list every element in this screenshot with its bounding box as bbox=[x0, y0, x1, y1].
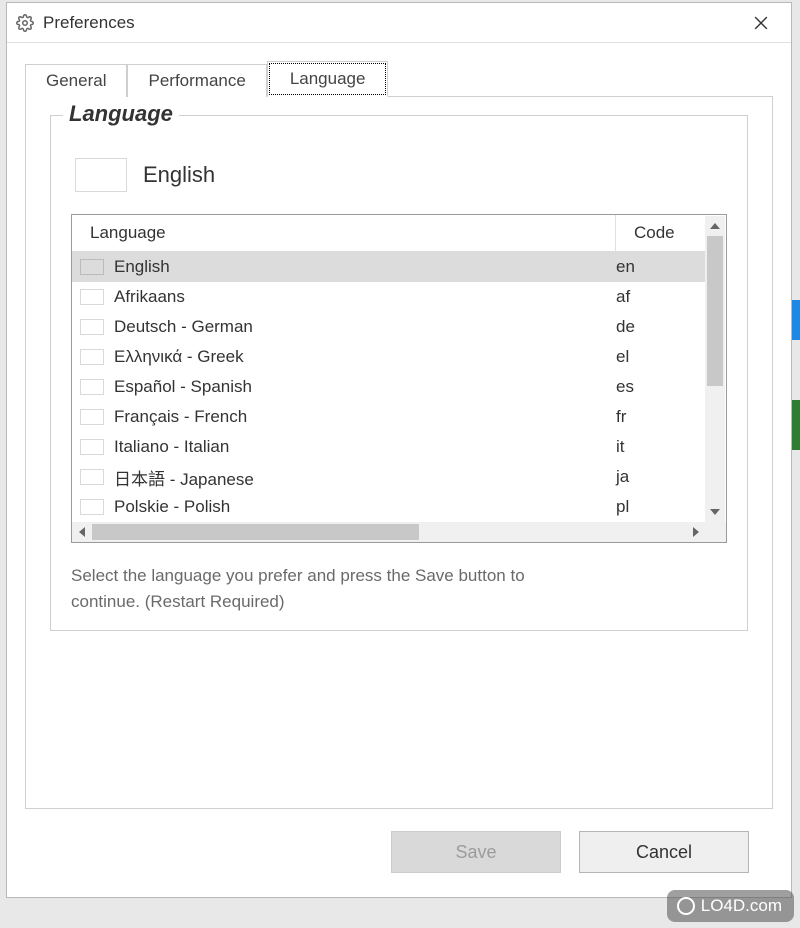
language-list: English en Afrikaans af Deutsch - German de Ελ… bbox=[72, 252, 706, 522]
language-name: Français - French bbox=[114, 407, 247, 427]
it-flag-icon bbox=[80, 439, 104, 455]
language-code: pl bbox=[616, 497, 706, 517]
hint-text: Select the language you prefer and press… bbox=[71, 563, 591, 614]
watermark-text: LO4D.com bbox=[701, 896, 782, 916]
column-header-code[interactable]: Code bbox=[616, 215, 706, 251]
dialog-body: General Performance Language Language En… bbox=[7, 43, 791, 897]
language-code: ja bbox=[616, 467, 706, 487]
language-listbox: Language Code English en Afrikaans af Deutsc… bbox=[71, 214, 727, 543]
tab-language[interactable]: Language bbox=[267, 61, 389, 97]
horizontal-scrollbar[interactable] bbox=[72, 522, 726, 542]
close-button[interactable] bbox=[741, 8, 781, 38]
language-group: Language English Language Code English en… bbox=[50, 115, 748, 631]
uk-flag-icon bbox=[80, 259, 104, 275]
cancel-button[interactable]: Cancel bbox=[579, 831, 749, 873]
tabcontent-language: Language English Language Code English en… bbox=[25, 97, 773, 809]
titlebar: Preferences bbox=[7, 3, 791, 43]
language-row[interactable]: Polskie - Polish pl bbox=[72, 492, 706, 522]
language-name: English bbox=[114, 257, 170, 277]
language-name: Español - Spanish bbox=[114, 377, 252, 397]
preferences-dialog: Preferences General Performance Language… bbox=[6, 2, 792, 898]
pl-flag-icon bbox=[80, 499, 104, 515]
scrollbar-track[interactable] bbox=[92, 522, 686, 542]
current-language-name: English bbox=[143, 162, 215, 188]
language-name: 日本語 - Japanese bbox=[114, 465, 254, 490]
language-code: en bbox=[616, 257, 706, 277]
dialog-buttons: Save Cancel bbox=[25, 809, 773, 897]
group-legend: Language bbox=[63, 101, 179, 127]
language-row[interactable]: English en bbox=[72, 252, 706, 282]
current-language: English bbox=[75, 158, 723, 192]
language-name: Deutsch - German bbox=[114, 317, 253, 337]
language-row[interactable]: Français - French fr bbox=[72, 402, 706, 432]
language-name: Ελληνικά - Greek bbox=[114, 347, 244, 367]
scrollbar-thumb[interactable] bbox=[92, 524, 419, 540]
language-row[interactable]: Deutsch - German de bbox=[72, 312, 706, 342]
scrollbar-corner bbox=[706, 522, 726, 542]
gr-flag-icon bbox=[80, 349, 104, 365]
de-flag-icon bbox=[80, 319, 104, 335]
language-name: Afrikaans bbox=[114, 287, 185, 307]
column-header-language[interactable]: Language bbox=[72, 215, 616, 251]
language-code: es bbox=[616, 377, 706, 397]
language-code: it bbox=[616, 437, 706, 457]
language-code: el bbox=[616, 347, 706, 367]
language-code: fr bbox=[616, 407, 706, 427]
uk-flag-icon bbox=[75, 158, 127, 192]
scroll-right-icon[interactable] bbox=[686, 522, 706, 542]
za-flag-icon bbox=[80, 289, 104, 305]
jp-flag-icon bbox=[80, 469, 104, 485]
language-name: Italiano - Italian bbox=[114, 437, 229, 457]
globe-icon bbox=[677, 897, 695, 915]
scrollbar-track[interactable] bbox=[705, 236, 725, 502]
language-name: Polskie - Polish bbox=[114, 497, 230, 517]
tab-performance[interactable]: Performance bbox=[127, 64, 266, 97]
scrollbar-thumb[interactable] bbox=[707, 236, 723, 386]
window-title: Preferences bbox=[43, 13, 741, 33]
scroll-up-icon[interactable] bbox=[705, 216, 725, 236]
language-row[interactable]: Italiano - Italian it bbox=[72, 432, 706, 462]
language-code: de bbox=[616, 317, 706, 337]
tab-general[interactable]: General bbox=[25, 64, 127, 97]
language-row[interactable]: Afrikaans af bbox=[72, 282, 706, 312]
language-code: af bbox=[616, 287, 706, 307]
gear-icon bbox=[15, 13, 35, 33]
tabstrip: General Performance Language bbox=[25, 61, 773, 97]
fr-flag-icon bbox=[80, 409, 104, 425]
save-button[interactable]: Save bbox=[391, 831, 561, 873]
language-row[interactable]: Español - Spanish es bbox=[72, 372, 706, 402]
language-row[interactable]: Ελληνικά - Greek el bbox=[72, 342, 706, 372]
scroll-left-icon[interactable] bbox=[72, 522, 92, 542]
language-row[interactable]: 日本語 - Japanese ja bbox=[72, 462, 706, 492]
es-flag-icon bbox=[80, 379, 104, 395]
watermark: LO4D.com bbox=[667, 890, 794, 922]
vertical-scrollbar[interactable] bbox=[705, 216, 725, 522]
scroll-down-icon[interactable] bbox=[705, 502, 725, 522]
list-header: Language Code bbox=[72, 215, 706, 252]
